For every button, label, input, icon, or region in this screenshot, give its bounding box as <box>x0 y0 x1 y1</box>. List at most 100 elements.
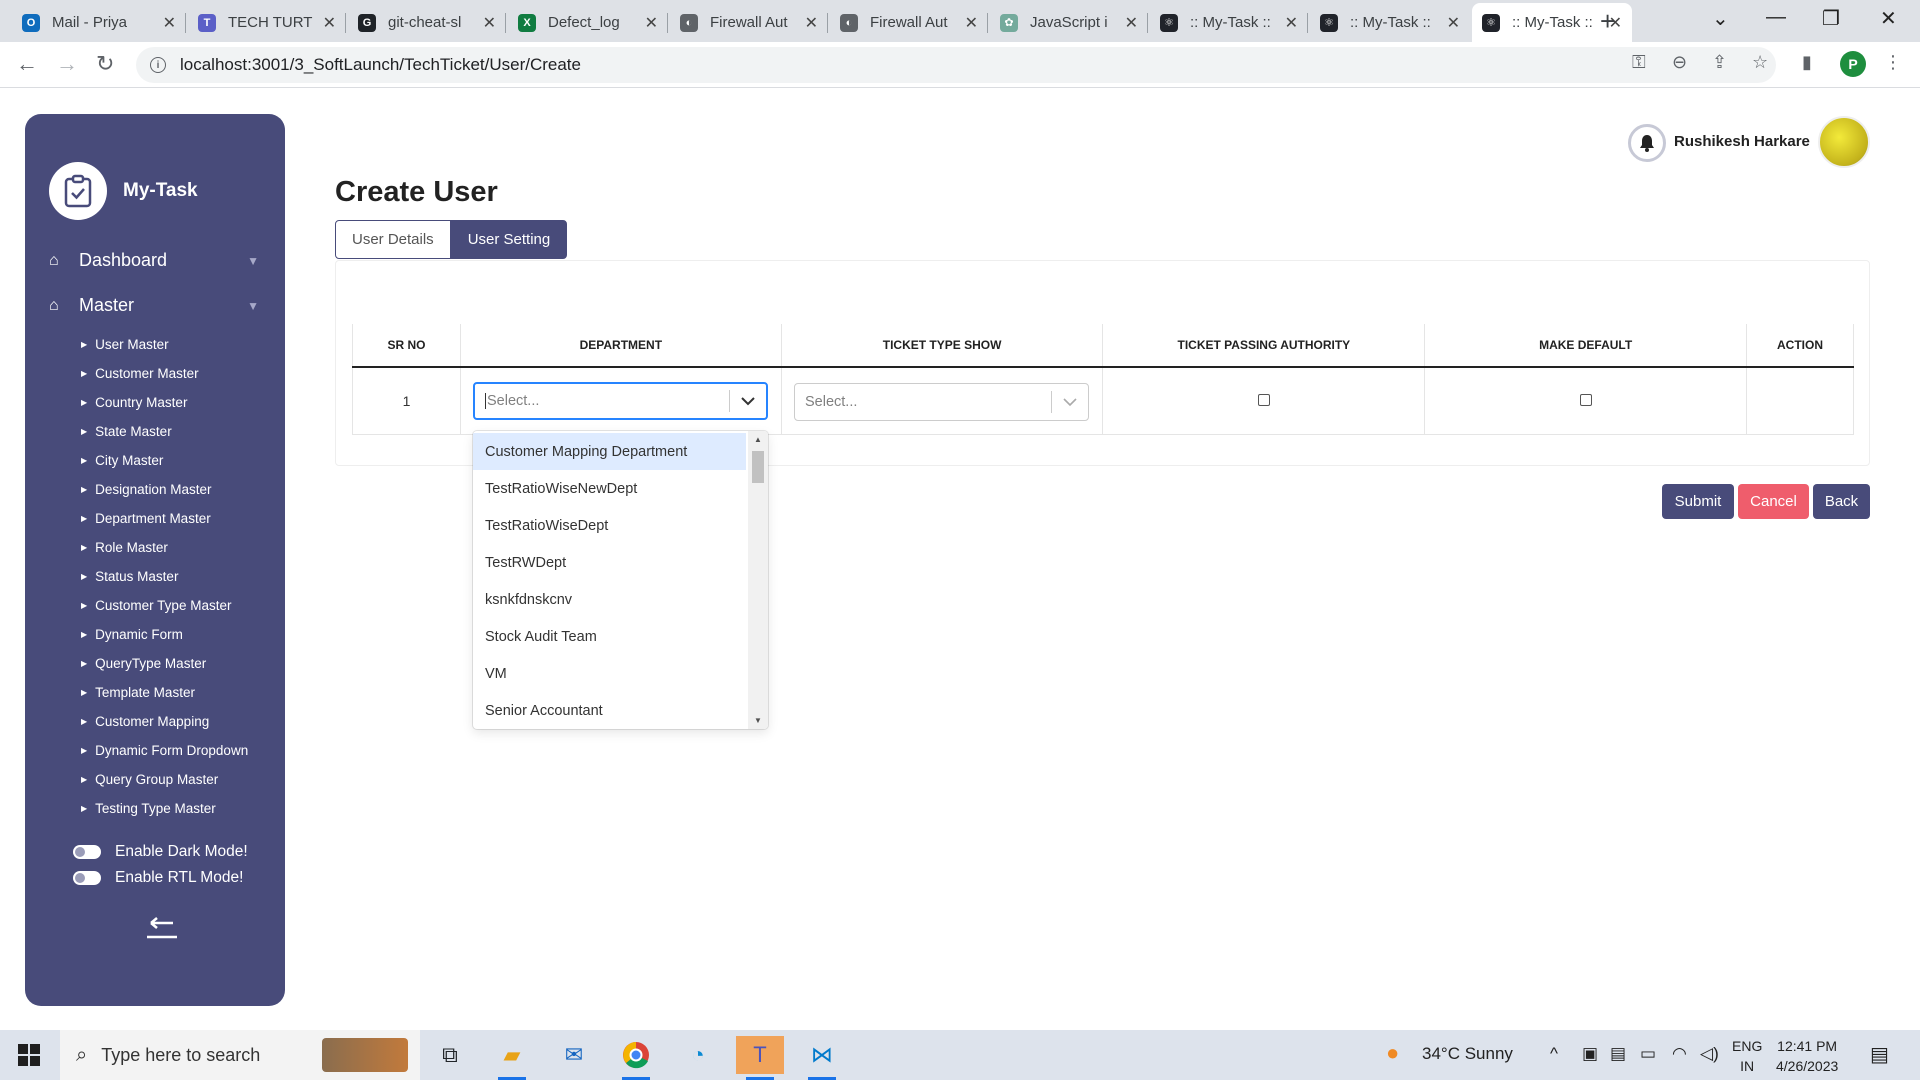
department-select[interactable]: Select... <box>473 382 768 420</box>
dropdown-scrollbar[interactable]: ▲ ▼ <box>748 431 768 729</box>
more-menu-icon[interactable]: ⋮ <box>1884 52 1902 73</box>
sidebar-section-master[interactable]: ⌂ Master ▼ <box>49 295 259 316</box>
windows-start-icon[interactable] <box>18 1044 40 1066</box>
dropdown-option[interactable]: TestRatioWiseNewDept <box>473 470 746 507</box>
profile-avatar[interactable]: P <box>1840 51 1866 77</box>
forward-arrow-icon[interactable]: → <box>56 51 78 77</box>
mail-icon[interactable]: ✉ <box>550 1036 598 1074</box>
sidebar-item[interactable]: ▶ Testing Type Master <box>81 794 248 823</box>
sidebar-item[interactable]: ▶ Customer Mapping <box>81 707 248 736</box>
bookmark-star-icon[interactable]: ☆ <box>1752 52 1768 73</box>
reload-icon[interactable]: ↻ <box>96 51 114 77</box>
dropdown-option[interactable]: TestRWDept <box>473 544 746 581</box>
zoom-icon[interactable]: ⊖ <box>1672 52 1687 73</box>
maximize-button[interactable]: ❐ <box>1822 6 1840 31</box>
tab-user-details[interactable]: User Details <box>335 220 451 259</box>
side-panel-icon[interactable]: ▮ <box>1802 52 1812 73</box>
toggle-switch[interactable] <box>73 845 101 859</box>
volume-icon[interactable]: ◁) <box>1700 1044 1719 1064</box>
browser-tab[interactable]: ✿ JavaScript i ✕ <box>990 3 1148 42</box>
minimize-button[interactable]: — <box>1766 6 1786 29</box>
collapse-sidebar-icon[interactable] <box>145 914 179 947</box>
scrollbar-thumb[interactable] <box>752 451 764 483</box>
sidebar-item[interactable]: ▶ Query Group Master <box>81 765 248 794</box>
sidebar-item[interactable]: ▶ Customer Type Master <box>81 591 248 620</box>
weather-text[interactable]: 34°C Sunny <box>1422 1044 1513 1064</box>
close-tab-icon[interactable]: ✕ <box>965 13 978 33</box>
dropdown-option[interactable]: Senior Accountant <box>473 692 746 729</box>
back-arrow-icon[interactable]: ← <box>16 51 38 77</box>
close-tab-icon[interactable]: ✕ <box>1285 13 1298 33</box>
browser-tab[interactable]: Ggit-cheat-sl ✕ <box>348 3 506 42</box>
brand[interactable]: My-Task <box>49 162 198 220</box>
sidebar-section-dashboard[interactable]: ⌂ Dashboard ▼ <box>49 250 259 271</box>
dropdown-option[interactable]: VM <box>473 655 746 692</box>
back-button[interactable]: Back <box>1813 484 1870 519</box>
edge-icon[interactable]: ◔ <box>674 1036 722 1074</box>
sidebar-item[interactable]: ▶ Department Master <box>81 504 248 533</box>
system-clock[interactable]: 12:41 PM 4/26/2023 <box>1776 1036 1838 1076</box>
chrome-icon[interactable] <box>612 1036 660 1080</box>
task-view-icon[interactable]: ⧉ <box>426 1036 474 1074</box>
ticket-passing-authority-checkbox[interactable] <box>1257 393 1270 406</box>
sidebar-item[interactable]: ▶ City Master <box>81 446 248 475</box>
wifi-icon[interactable]: ◠ <box>1672 1044 1687 1064</box>
browser-tab[interactable]: T TECH TURT ✕ <box>188 3 346 42</box>
avatar[interactable] <box>1818 116 1870 168</box>
close-tab-icon[interactable]: ✕ <box>163 13 176 33</box>
sidebar-item[interactable]: ▶ Designation Master <box>81 475 248 504</box>
cancel-button[interactable]: Cancel <box>1738 484 1809 519</box>
browser-tab[interactable]: ⚛:: My-Task :: ✕ <box>1310 3 1470 42</box>
dropdown-option[interactable]: ksnkfdnskcnv <box>473 581 746 618</box>
share-icon[interactable]: ⇪ <box>1712 52 1727 73</box>
dropdown-option[interactable]: TestRatioWiseDept <box>473 507 746 544</box>
close-window-button[interactable]: ✕ <box>1880 6 1897 31</box>
vscode-icon[interactable]: ⋈ <box>798 1036 846 1080</box>
close-tab-icon[interactable]: ✕ <box>483 13 496 33</box>
close-tab-icon[interactable]: ✕ <box>805 13 818 33</box>
sidebar-item[interactable]: ▶ User Master <box>81 330 248 359</box>
user-name[interactable]: Rushikesh Harkare <box>1674 133 1810 150</box>
browser-tab[interactable]: ⚛:: My-Task :: ✕ <box>1150 3 1308 42</box>
sidebar-item[interactable]: ▶ Template Master <box>81 678 248 707</box>
teams-icon[interactable]: T <box>736 1036 784 1080</box>
meet-icon[interactable]: ▣ <box>1582 1044 1598 1064</box>
file-explorer-icon[interactable]: ▰ <box>488 1036 536 1080</box>
close-tab-icon[interactable]: ✕ <box>1125 13 1138 33</box>
rtl-mode-toggle[interactable]: Enable RTL Mode! <box>73 869 243 887</box>
chevron-up-icon[interactable]: ^ <box>1550 1044 1558 1064</box>
chevron-down-icon[interactable] <box>730 396 766 406</box>
dark-mode-toggle[interactable]: Enable Dark Mode! <box>73 843 248 861</box>
sidebar-item[interactable]: ▶ Customer Master <box>81 359 248 388</box>
sidebar-item[interactable]: ▶ Dynamic Form <box>81 620 248 649</box>
submit-button[interactable]: Submit <box>1662 484 1734 519</box>
taskbar-search[interactable]: ⌕ Type here to search <box>60 1030 420 1080</box>
site-info-icon[interactable]: i <box>150 57 166 73</box>
browser-tab[interactable]: X Defect_log ✕ <box>508 3 668 42</box>
sidebar-item[interactable]: ▶ State Master <box>81 417 248 446</box>
close-tab-icon[interactable]: ✕ <box>1447 13 1460 33</box>
input-language[interactable]: ENG IN <box>1732 1036 1762 1076</box>
dropdown-option[interactable]: Customer Mapping Department <box>473 433 746 470</box>
bell-icon[interactable] <box>1628 124 1666 162</box>
toggle-switch[interactable] <box>73 871 101 885</box>
scroll-down-arrow-icon[interactable]: ▼ <box>754 716 762 725</box>
new-tab-button[interactable]: + <box>1600 6 1615 37</box>
make-default-checkbox[interactable] <box>1579 393 1592 406</box>
key-icon[interactable]: ⚿ <box>1632 52 1646 73</box>
browser-tab[interactable]: ◐ Firewall Aut ✕ <box>830 3 988 42</box>
close-tab-icon[interactable]: ✕ <box>323 13 336 33</box>
browser-tab[interactable]: O Mail - Priya ✕ <box>12 3 186 42</box>
close-tab-icon[interactable]: ✕ <box>645 13 658 33</box>
weather-sun-icon[interactable]: ● <box>1386 1040 1399 1066</box>
sidebar-item[interactable]: ▶ Role Master <box>81 533 248 562</box>
sidebar-item[interactable]: ▶ Country Master <box>81 388 248 417</box>
dropdown-option[interactable]: Stock Audit Team <box>473 618 746 655</box>
network-status-icon[interactable]: ▤ <box>1610 1044 1626 1064</box>
tab-search-icon[interactable]: ⌄ <box>1712 6 1729 31</box>
chevron-down-icon[interactable] <box>1052 397 1088 407</box>
sidebar-item[interactable]: ▶ QueryType Master <box>81 649 248 678</box>
sidebar-item[interactable]: ▶ Dynamic Form Dropdown <box>81 736 248 765</box>
browser-tab[interactable]: ◐ Firewall Aut ✕ <box>670 3 828 42</box>
url-field[interactable]: i localhost:3001/3_SoftLaunch/TechTicket… <box>136 47 1776 83</box>
